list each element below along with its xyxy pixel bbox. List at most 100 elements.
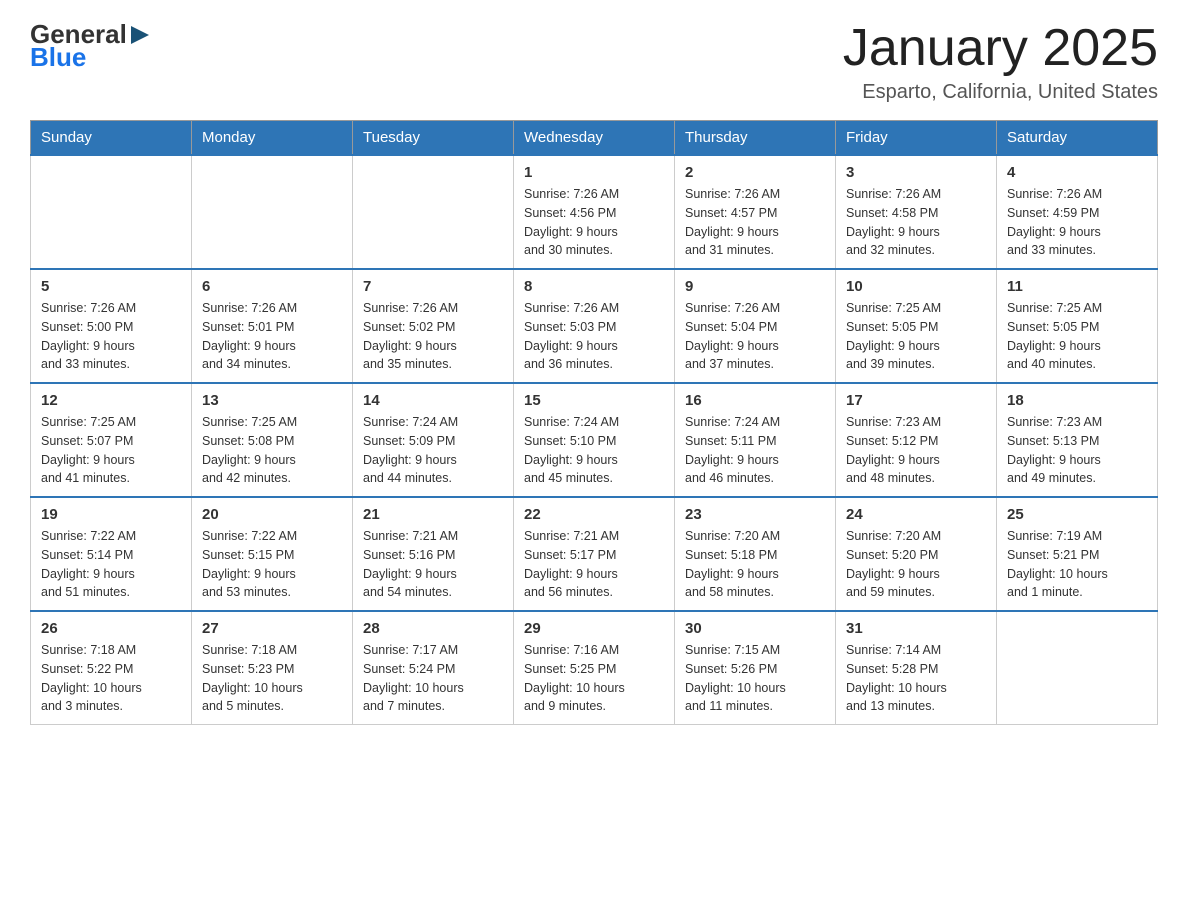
- calendar-cell: 7 Sunrise: 7:26 AM Sunset: 5:02 PM Daylig…: [353, 269, 514, 383]
- day-number: 26: [41, 620, 181, 637]
- weekday-header-sunday: Sunday: [31, 121, 192, 156]
- day-info: Sunrise: 7:24 AM Sunset: 5:10 PM Dayligh…: [524, 413, 664, 488]
- calendar-cell: 29 Sunrise: 7:16 AM Sunset: 5:25 PM Dayli…: [514, 611, 675, 725]
- day-number: 21: [363, 506, 503, 523]
- calendar-cell: 6Sunrise: 7:26 AM Sunset: 5:01 PM Daylig…: [192, 269, 353, 383]
- day-info: Sunrise: 7:26 AM Sunset: 4:59 PM Dayligh…: [1007, 185, 1147, 260]
- calendar-cell: 5 Sunrise: 7:26 AM Sunset: 5:00 PM Daylig…: [31, 269, 192, 383]
- day-info: Sunrise: 7:26 AM Sunset: 5:01 PM Dayligh…: [202, 299, 342, 374]
- weekday-header-row: SundayMondayTuesdayWednesdayThursdayFrid…: [31, 121, 1158, 156]
- calendar-cell: 31Sunrise: 7:14 AM Sunset: 5:28 PM Dayli…: [836, 611, 997, 725]
- weekday-header-tuesday: Tuesday: [353, 121, 514, 156]
- calendar-cell: 15 Sunrise: 7:24 AM Sunset: 5:10 PM Dayli…: [514, 383, 675, 497]
- day-info: Sunrise: 7:25 AM Sunset: 5:08 PM Dayligh…: [202, 413, 342, 488]
- day-number: 3: [846, 164, 986, 181]
- logo: General Blue: [30, 20, 151, 71]
- day-number: 10: [846, 278, 986, 295]
- calendar-cell: 28 Sunrise: 7:17 AM Sunset: 5:24 PM Dayli…: [353, 611, 514, 725]
- day-info: Sunrise: 7:23 AM Sunset: 5:12 PM Dayligh…: [846, 413, 986, 488]
- week-row-5: 26 Sunrise: 7:18 AM Sunset: 5:22 PM Dayli…: [31, 611, 1158, 725]
- day-info: Sunrise: 7:16 AM Sunset: 5:25 PM Dayligh…: [524, 641, 664, 716]
- day-number: 2: [685, 164, 825, 181]
- week-row-1: 1 Sunrise: 7:26 AM Sunset: 4:56 PM Daylig…: [31, 155, 1158, 269]
- calendar-cell: [31, 155, 192, 269]
- week-row-4: 19 Sunrise: 7:22 AM Sunset: 5:14 PM Dayli…: [31, 497, 1158, 611]
- day-number: 18: [1007, 392, 1147, 409]
- calendar-cell: 17 Sunrise: 7:23 AM Sunset: 5:12 PM Dayli…: [836, 383, 997, 497]
- page-header: General Blue January 2025 Esparto, Calif…: [30, 20, 1158, 104]
- calendar-cell: 12Sunrise: 7:25 AM Sunset: 5:07 PM Dayli…: [31, 383, 192, 497]
- weekday-header-monday: Monday: [192, 121, 353, 156]
- calendar-cell: 10 Sunrise: 7:25 AM Sunset: 5:05 PM Dayli…: [836, 269, 997, 383]
- calendar-cell: 8 Sunrise: 7:26 AM Sunset: 5:03 PM Daylig…: [514, 269, 675, 383]
- weekday-header-wednesday: Wednesday: [514, 121, 675, 156]
- calendar-cell: 23Sunrise: 7:20 AM Sunset: 5:18 PM Dayli…: [675, 497, 836, 611]
- calendar-cell: 19 Sunrise: 7:22 AM Sunset: 5:14 PM Dayli…: [31, 497, 192, 611]
- day-info: Sunrise: 7:24 AM Sunset: 5:11 PM Dayligh…: [685, 413, 825, 488]
- day-info: Sunrise: 7:26 AM Sunset: 5:00 PM Dayligh…: [41, 299, 181, 374]
- day-info: Sunrise: 7:26 AM Sunset: 4:56 PM Dayligh…: [524, 185, 664, 260]
- day-info: Sunrise: 7:26 AM Sunset: 4:57 PM Dayligh…: [685, 185, 825, 260]
- calendar-cell: [353, 155, 514, 269]
- day-number: 17: [846, 392, 986, 409]
- calendar-cell: 3 Sunrise: 7:26 AM Sunset: 4:58 PM Daylig…: [836, 155, 997, 269]
- day-info: Sunrise: 7:26 AM Sunset: 5:03 PM Dayligh…: [524, 299, 664, 374]
- day-number: 29: [524, 620, 664, 637]
- day-info: Sunrise: 7:18 AM Sunset: 5:23 PM Dayligh…: [202, 641, 342, 716]
- calendar-cell: 2 Sunrise: 7:26 AM Sunset: 4:57 PM Daylig…: [675, 155, 836, 269]
- calendar-cell: 25 Sunrise: 7:19 AM Sunset: 5:21 PM Dayli…: [997, 497, 1158, 611]
- weekday-header-thursday: Thursday: [675, 121, 836, 156]
- day-number: 5: [41, 278, 181, 295]
- day-number: 8: [524, 278, 664, 295]
- day-info: Sunrise: 7:21 AM Sunset: 5:17 PM Dayligh…: [524, 527, 664, 602]
- day-info: Sunrise: 7:17 AM Sunset: 5:24 PM Dayligh…: [363, 641, 503, 716]
- day-info: Sunrise: 7:15 AM Sunset: 5:26 PM Dayligh…: [685, 641, 825, 716]
- calendar-cell: 11 Sunrise: 7:25 AM Sunset: 5:05 PM Dayli…: [997, 269, 1158, 383]
- day-number: 25: [1007, 506, 1147, 523]
- calendar-cell: 20 Sunrise: 7:22 AM Sunset: 5:15 PM Dayli…: [192, 497, 353, 611]
- day-number: 24: [846, 506, 986, 523]
- day-info: Sunrise: 7:22 AM Sunset: 5:15 PM Dayligh…: [202, 527, 342, 602]
- calendar-cell: 22 Sunrise: 7:21 AM Sunset: 5:17 PM Dayli…: [514, 497, 675, 611]
- day-info: Sunrise: 7:20 AM Sunset: 5:18 PM Dayligh…: [685, 527, 825, 602]
- day-number: 30: [685, 620, 825, 637]
- calendar-cell: 27Sunrise: 7:18 AM Sunset: 5:23 PM Dayli…: [192, 611, 353, 725]
- day-info: Sunrise: 7:23 AM Sunset: 5:13 PM Dayligh…: [1007, 413, 1147, 488]
- day-info: Sunrise: 7:20 AM Sunset: 5:20 PM Dayligh…: [846, 527, 986, 602]
- calendar-cell: 9Sunrise: 7:26 AM Sunset: 5:04 PM Daylig…: [675, 269, 836, 383]
- day-info: Sunrise: 7:22 AM Sunset: 5:14 PM Dayligh…: [41, 527, 181, 602]
- day-info: Sunrise: 7:21 AM Sunset: 5:16 PM Dayligh…: [363, 527, 503, 602]
- day-info: Sunrise: 7:25 AM Sunset: 5:05 PM Dayligh…: [846, 299, 986, 374]
- day-number: 20: [202, 506, 342, 523]
- day-number: 15: [524, 392, 664, 409]
- day-number: 14: [363, 392, 503, 409]
- day-number: 19: [41, 506, 181, 523]
- day-info: Sunrise: 7:19 AM Sunset: 5:21 PM Dayligh…: [1007, 527, 1147, 602]
- day-number: 9: [685, 278, 825, 295]
- calendar-cell: 21 Sunrise: 7:21 AM Sunset: 5:16 PM Dayli…: [353, 497, 514, 611]
- calendar-cell: 1 Sunrise: 7:26 AM Sunset: 4:56 PM Daylig…: [514, 155, 675, 269]
- day-info: Sunrise: 7:24 AM Sunset: 5:09 PM Dayligh…: [363, 413, 503, 488]
- day-number: 7: [363, 278, 503, 295]
- day-info: Sunrise: 7:25 AM Sunset: 5:05 PM Dayligh…: [1007, 299, 1147, 374]
- calendar-cell: 24 Sunrise: 7:20 AM Sunset: 5:20 PM Dayli…: [836, 497, 997, 611]
- calendar-cell: 18 Sunrise: 7:23 AM Sunset: 5:13 PM Dayli…: [997, 383, 1158, 497]
- calendar-cell: [997, 611, 1158, 725]
- day-number: 1: [524, 164, 664, 181]
- title-area: January 2025 Esparto, California, United…: [843, 20, 1158, 104]
- day-info: Sunrise: 7:18 AM Sunset: 5:22 PM Dayligh…: [41, 641, 181, 716]
- calendar-cell: 4 Sunrise: 7:26 AM Sunset: 4:59 PM Daylig…: [997, 155, 1158, 269]
- day-number: 22: [524, 506, 664, 523]
- day-number: 11: [1007, 278, 1147, 295]
- weekday-header-friday: Friday: [836, 121, 997, 156]
- page-title: January 2025: [843, 20, 1158, 77]
- calendar-cell: 26 Sunrise: 7:18 AM Sunset: 5:22 PM Dayli…: [31, 611, 192, 725]
- week-row-3: 12Sunrise: 7:25 AM Sunset: 5:07 PM Dayli…: [31, 383, 1158, 497]
- day-info: Sunrise: 7:26 AM Sunset: 5:02 PM Dayligh…: [363, 299, 503, 374]
- day-number: 28: [363, 620, 503, 637]
- calendar-cell: 13Sunrise: 7:25 AM Sunset: 5:08 PM Dayli…: [192, 383, 353, 497]
- calendar-cell: [192, 155, 353, 269]
- day-number: 4: [1007, 164, 1147, 181]
- day-info: Sunrise: 7:26 AM Sunset: 4:58 PM Dayligh…: [846, 185, 986, 260]
- calendar-cell: 16Sunrise: 7:24 AM Sunset: 5:11 PM Dayli…: [675, 383, 836, 497]
